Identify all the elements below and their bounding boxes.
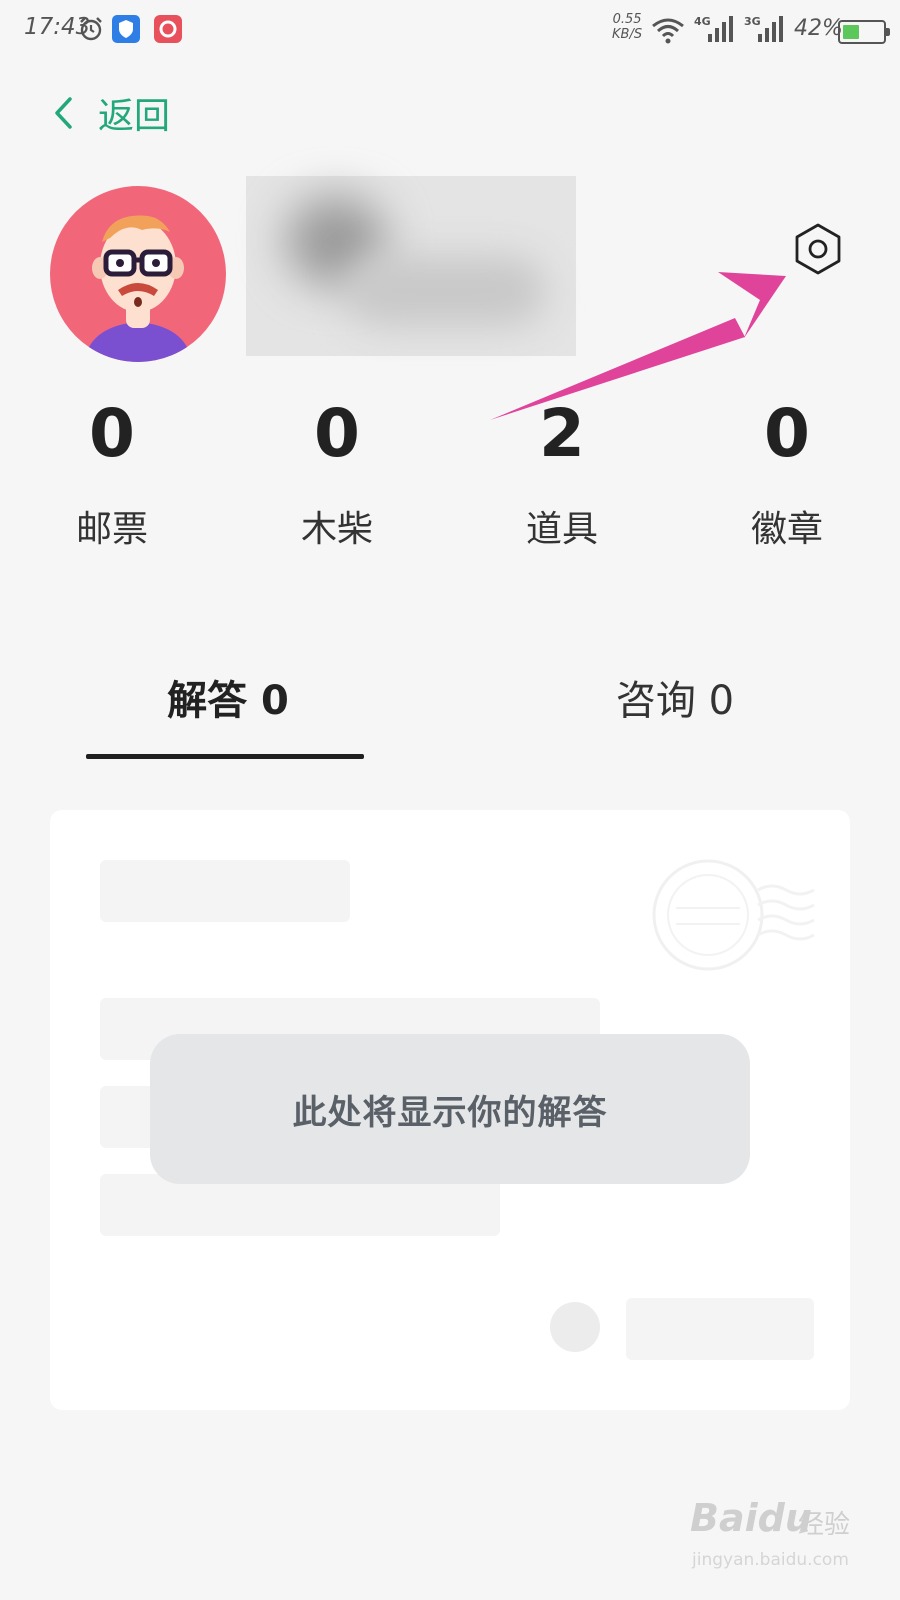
shield-icon: [112, 15, 140, 43]
signal-icon: 4G: [694, 15, 733, 42]
placeholder-bar: [100, 860, 350, 922]
stats-row: 0 邮票 0 木柴 2 道具 0 徽章: [0, 394, 900, 554]
watermark-url: jingyan.baidu.com: [692, 1550, 849, 1570]
svg-text:3G: 3G: [744, 15, 761, 28]
wifi-icon: [652, 18, 684, 44]
battery-fill: [843, 25, 859, 39]
stat-label: 徽章: [750, 509, 823, 550]
avatar-illustration: [84, 215, 192, 362]
back-chevron-icon: [55, 97, 72, 129]
tab-indicator: [86, 754, 364, 759]
stat-value: 0: [764, 395, 810, 472]
stat-value: 0: [314, 395, 360, 472]
watermark-cn: 经验: [798, 1510, 851, 1540]
stat-value: 0: [89, 395, 135, 472]
stat-badges[interactable]: 0 徽章: [687, 394, 887, 552]
stat-label: 木柴: [300, 509, 373, 550]
alarm-icon: [80, 17, 102, 41]
watermark-brand: Baidu: [690, 1496, 812, 1540]
placeholder-avatar: [550, 1302, 600, 1352]
empty-state-toast: 此处将显示你的解答: [150, 1034, 750, 1184]
tab-consult[interactable]: 咨询 0: [560, 668, 790, 726]
signal-icon: 3G: [744, 15, 783, 42]
tab-answers[interactable]: 解答 0: [90, 668, 366, 726]
stat-label: 邮票: [75, 509, 148, 550]
postmark-icon: [652, 859, 815, 971]
toast-text: 此处将显示你的解答: [292, 1092, 608, 1133]
stat-label: 道具: [525, 509, 598, 550]
settings-button[interactable]: [792, 222, 844, 276]
watermark: Baidu 经验 jingyan.baidu.com: [690, 1496, 870, 1586]
stat-firewood[interactable]: 0 木柴: [237, 394, 437, 552]
redacted-user-info: [246, 176, 576, 356]
stat-stamps[interactable]: 0 邮票: [12, 394, 212, 552]
settings-icon: [795, 223, 841, 275]
battery-percent: 42%: [794, 16, 843, 41]
svg-text:4G: 4G: [694, 15, 711, 28]
app-icon: [154, 15, 182, 43]
stat-value: 2: [539, 395, 585, 472]
back-button[interactable]: 返回: [50, 88, 170, 138]
placeholder-bar: [626, 1298, 814, 1360]
back-label: 返回: [98, 96, 171, 137]
battery-icon: [838, 20, 890, 44]
avatar[interactable]: [50, 186, 226, 362]
status-bar: 17:43 0.55 KB/S 4G 3G 42%: [0, 0, 900, 64]
stat-props[interactable]: 2 道具: [462, 394, 662, 552]
network-speed: 0.55 KB/S: [612, 12, 643, 42]
